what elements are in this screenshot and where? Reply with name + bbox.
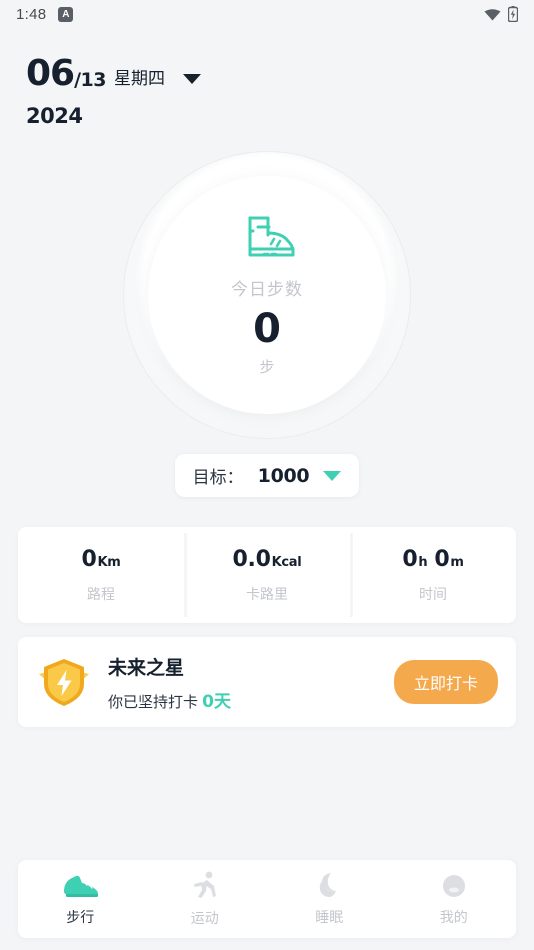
app-screen: 1:48 A 06 /13 星期四 2024 今日步数 0 步 目标： 1000… [0, 0, 534, 950]
stat-distance-value-row: 0 Km [81, 547, 120, 572]
stats-card: 0 Km 路程 0.0 Kcal 卡路里 0 h 0 m 时间 [18, 527, 516, 623]
nav-label-walking: 步行 [66, 909, 95, 925]
date-year: 2024 [26, 104, 83, 128]
stat-calories-value: 0.0 [232, 546, 271, 572]
chevron-down-icon[interactable] [183, 74, 201, 84]
achievement-text: 未来之星 你已坚持打卡 0天 [108, 653, 394, 712]
status-bar-right [484, 6, 518, 22]
nav-label-exercise: 运动 [190, 910, 219, 926]
stat-calories-value-row: 0.0 Kcal [233, 547, 302, 572]
stat-time-hours: 0 [402, 546, 418, 572]
date-primary-line: 06 /13 星期四 [26, 56, 534, 92]
notification-app-icon: A [58, 6, 74, 22]
stat-time-hours-unit: h [418, 554, 428, 570]
step-progress-ring: 今日步数 0 步 [123, 151, 411, 439]
achievement-streak-days: 0天 [202, 691, 232, 712]
date-header[interactable]: 06 /13 星期四 2024 [0, 28, 534, 128]
goal-value: 1000 [257, 464, 310, 487]
goal-selector[interactable]: 目标： 1000 [174, 454, 360, 497]
check-in-button[interactable]: 立即打卡 [393, 660, 498, 704]
stat-calories-label: 卡路里 [246, 585, 288, 602]
moon-icon [320, 873, 337, 897]
nav-label-profile: 我的 [439, 909, 468, 925]
chevron-down-icon[interactable] [323, 470, 342, 481]
bottom-navigation: 步行 运动 睡眠 我的 [18, 860, 516, 938]
goal-row: 目标： 1000 [0, 454, 534, 497]
wifi-icon [484, 8, 501, 20]
status-bar: 1:48 A [0, 0, 534, 28]
running-person-icon [193, 871, 216, 898]
date-day: /13 [74, 69, 106, 91]
stat-distance-value: 0 [81, 546, 97, 572]
step-count-label: 今日步数 [231, 280, 303, 299]
stat-distance-unit: Km [97, 554, 121, 570]
stat-calories[interactable]: 0.0 Kcal 卡路里 [184, 527, 350, 623]
stat-distance[interactable]: 0 Km 路程 [18, 527, 184, 623]
nav-item-walking[interactable]: 步行 [18, 860, 143, 938]
step-count-unit: 步 [259, 359, 275, 376]
nav-label-profile-sleep: 睡眠 [315, 909, 344, 925]
achievement-card: 未来之星 你已坚持打卡 0天 立即打卡 [18, 637, 516, 727]
stat-time[interactable]: 0 h 0 m 时间 [350, 527, 516, 623]
user-avatar-icon [442, 875, 465, 897]
stat-time-value-row: 0 h 0 m [402, 546, 464, 572]
nav-item-profile[interactable]: 我的 [392, 860, 517, 938]
step-count-value: 0 [253, 306, 281, 352]
sneaker-icon [64, 875, 99, 897]
date-month: 06 [26, 53, 75, 94]
stat-calories-unit: Kcal [271, 554, 302, 570]
stat-time-minutes-unit: m [450, 554, 464, 570]
shield-lightning-badge-icon [39, 659, 89, 706]
step-ring-inner[interactable]: 今日步数 0 步 [148, 176, 386, 414]
goal-label: 目标： [192, 468, 244, 487]
nav-item-exercise[interactable]: 运动 [143, 860, 268, 938]
nav-item-sleep[interactable]: 睡眠 [267, 860, 392, 938]
stat-distance-label: 路程 [87, 585, 115, 602]
battery-charging-icon [508, 6, 518, 22]
achievement-subtitle: 你已坚持打卡 0天 [108, 687, 394, 712]
status-time: 1:48 [16, 5, 47, 23]
stat-time-label: 时间 [419, 585, 447, 602]
boot-icon [248, 216, 295, 257]
stat-time-minutes: 0 [434, 546, 450, 572]
date-weekday: 星期四 [114, 69, 165, 88]
achievement-title: 未来之星 [108, 657, 185, 679]
achievement-streak-prefix: 你已坚持打卡 [108, 693, 203, 711]
step-ring-section: 今日步数 0 步 [0, 150, 534, 440]
status-bar-left: 1:48 A [16, 5, 74, 23]
